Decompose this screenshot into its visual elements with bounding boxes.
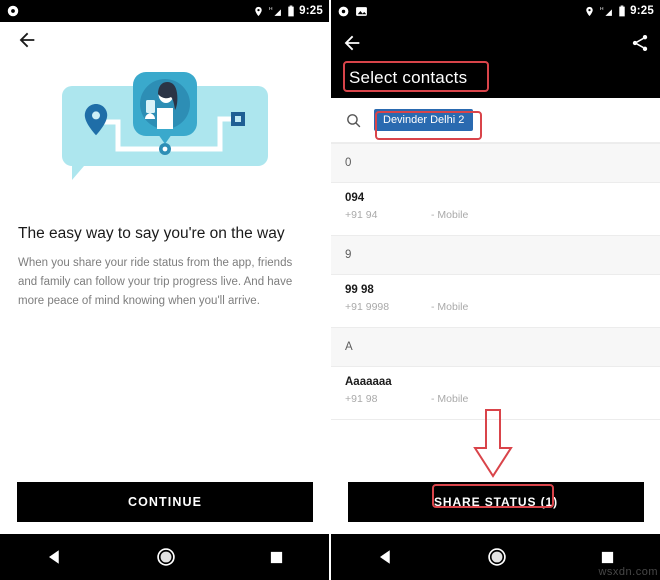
location-target-icon [7, 5, 19, 17]
contact-number: +91 9998 [345, 300, 390, 313]
nav-recents-square-icon[interactable] [600, 550, 615, 565]
nav-back-triangle-icon[interactable] [46, 548, 64, 566]
app-bar-icon-row [341, 28, 650, 58]
battery-icon [288, 5, 294, 16]
nav-home-circle-icon[interactable] [487, 547, 507, 567]
location-pin-icon [586, 6, 593, 16]
share-icon[interactable] [630, 33, 650, 53]
status-bar-left-icons-right [337, 5, 368, 18]
left-app-bar [0, 22, 329, 58]
nav-back-triangle-icon[interactable] [377, 548, 395, 566]
selected-contact-chip[interactable]: Devinder Delhi 2 [374, 109, 474, 131]
select-contacts-app-bar: Select contacts [331, 22, 660, 98]
status-bar-right-icons: H 9:25 [253, 5, 323, 18]
signal-h-icon: H [269, 5, 282, 16]
section-header: 9 [331, 235, 660, 275]
right-phone-screen: H 9:25 Select contacts Devinder Delhi 2 … [329, 0, 660, 580]
page-body-text: When you share your ride status from the… [18, 257, 293, 307]
share-status-button-area: SHARE STATUS (1) [331, 482, 660, 522]
svg-text:H: H [600, 5, 604, 11]
page-title-row: Select contacts [341, 58, 650, 98]
page-title: Select contacts [349, 68, 468, 87]
contact-name: Aaaaaaa [345, 376, 392, 388]
status-bar-clock: 9:25 [630, 5, 654, 17]
battery-icon [619, 5, 625, 16]
contact-details: +91 94 - Mobile [345, 209, 646, 221]
list-item[interactable]: 094 +91 94 - Mobile [331, 183, 660, 235]
contact-name: 094 [345, 192, 365, 204]
continue-button-area: CONTINUE [0, 482, 329, 522]
status-bar-left: H 9:25 [0, 0, 329, 22]
site-watermark: wsxdn.com [598, 566, 658, 578]
location-target-icon [338, 6, 349, 16]
contact-type: - Mobile [431, 392, 469, 405]
left-phone-screen: H 9:25 The easy way to say you're on the… [0, 0, 329, 580]
status-bar-right-icons-right: H 9:25 [584, 5, 654, 18]
list-item[interactable]: Aaaaaaa +91 98 - Mobile [331, 367, 660, 419]
nav-recents-square-icon[interactable] [269, 550, 284, 565]
nav-home-circle-icon[interactable] [156, 547, 176, 567]
contact-type: - Mobile [431, 208, 469, 221]
list-divider [331, 419, 660, 434]
section-header: A [331, 327, 660, 367]
android-nav-bar-left [0, 534, 329, 580]
status-bar-right: H 9:25 [331, 0, 660, 22]
status-bar-left-icons [6, 4, 20, 18]
back-arrow-icon[interactable] [341, 32, 363, 54]
status-bar-clock: 9:25 [299, 5, 323, 17]
contact-number: +91 98 [345, 392, 378, 405]
location-pin-icon [255, 6, 262, 16]
signal-h-icon: H [600, 5, 613, 16]
share-ride-status-illustration [0, 62, 329, 202]
continue-button[interactable]: CONTINUE [17, 482, 313, 522]
contact-type: - Mobile [431, 300, 469, 313]
contact-number: +91 94 [345, 208, 378, 221]
screenshot-image-icon [356, 6, 367, 16]
contact-details: +91 98 - Mobile [345, 393, 646, 405]
section-header: 0 [331, 143, 660, 183]
page-headline: The easy way to say you're on the way [18, 225, 285, 242]
contact-name: 99 98 [345, 284, 374, 296]
list-item[interactable]: 99 98 +91 9998 - Mobile [331, 275, 660, 327]
search-icon[interactable] [345, 112, 362, 129]
contact-details: +91 9998 - Mobile [345, 301, 646, 313]
screenshot-root: H 9:25 The easy way to say you're on the… [0, 0, 660, 580]
back-arrow-icon[interactable] [16, 29, 38, 51]
share-status-button[interactable]: SHARE STATUS (1) [348, 482, 644, 522]
contacts-list: 0 094 +91 94 - Mobile 9 99 98 +91 9998 -… [331, 143, 660, 434]
svg-text:H: H [269, 5, 273, 11]
contact-search-row[interactable]: Devinder Delhi 2 [331, 98, 660, 143]
